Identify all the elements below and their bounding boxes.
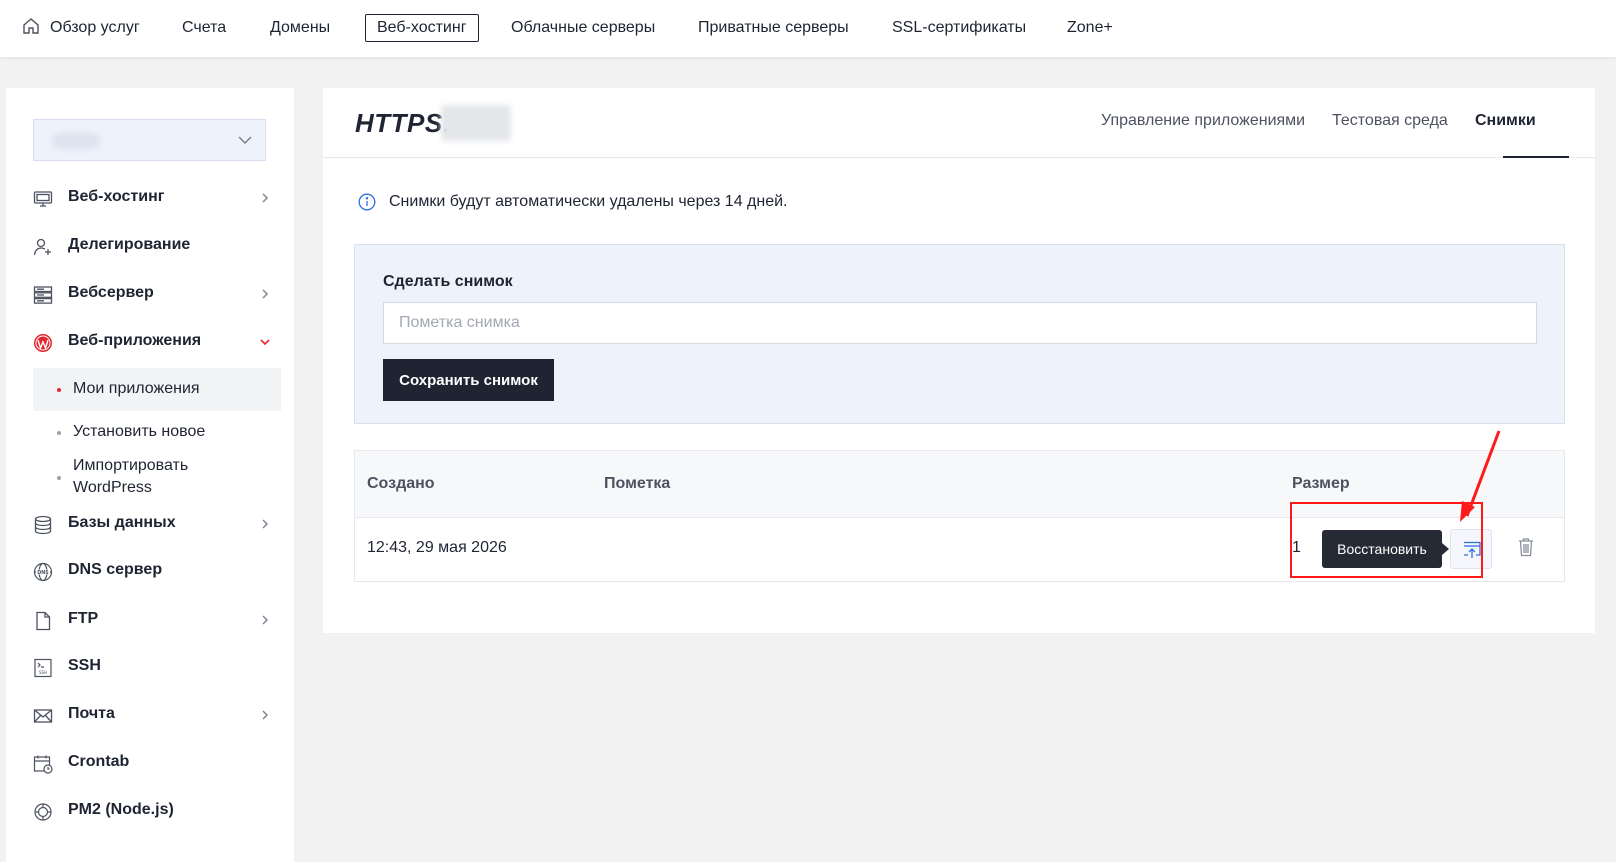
bullet-dot [57, 431, 61, 435]
wordpress-icon [34, 334, 52, 352]
sidebar-item-label: Веб-хостинг [68, 188, 165, 205]
chevron-right-icon [262, 710, 268, 720]
sidebar-item-ssh[interactable]: SSH SSH [33, 653, 278, 681]
user-plus-icon [33, 238, 51, 256]
sidebar-item-web-apps[interactable]: Веб-приложения [33, 328, 278, 356]
svg-text:SSH: SSH [39, 670, 47, 675]
calendar-icon [33, 755, 53, 774]
sidebar-subitem-install-new[interactable]: Установить новое [33, 419, 281, 445]
sidebar-item-ftp[interactable]: FTP [33, 606, 278, 634]
trash-icon [1519, 538, 1533, 557]
sidebar-item-label: Веб-приложения [68, 332, 202, 349]
sidebar-item-dns-server[interactable]: DNS DNS сервер [33, 557, 278, 585]
sidebar-item-delegation[interactable]: Делегирование [33, 232, 278, 260]
column-header-size: Размер [1292, 475, 1350, 492]
main-header: HTTPS:// Управление приложениями Тестова… [323, 88, 1595, 158]
snapshot-note-input[interactable] [383, 302, 1537, 344]
chevron-down-icon [260, 339, 270, 346]
tab-app-management[interactable]: Управление приложениями [1101, 112, 1305, 130]
sidebar-item-webserver[interactable]: Вебсервер [33, 280, 278, 308]
sidebar-subitem-import-wordpress[interactable]: Импортировать WordPress [33, 454, 281, 500]
sidebar-item-label: FTP [68, 610, 99, 627]
active-tab-indicator [1503, 156, 1569, 158]
sidebar-item-label: Вебсервер [68, 284, 154, 301]
chevron-down-icon [238, 136, 252, 145]
top-navigation: Обзор услуг Счета Домены Веб-хостинг Обл… [0, 0, 1616, 57]
home-icon [23, 18, 39, 34]
restore-icon [1464, 541, 1481, 558]
sidebar-subitem-label: Установить новое [73, 423, 206, 440]
sidebar-item-label: DNS сервер [68, 561, 163, 578]
svg-text:DNS: DNS [37, 570, 49, 576]
monitor-icon [33, 191, 53, 207]
create-snapshot-panel: Сделать снимок Сохранить снимок [354, 244, 1565, 424]
site-selector[interactable] [33, 119, 266, 161]
sidebar-item-databases[interactable]: Базы данных [33, 510, 278, 538]
nav-domains[interactable]: Домены [270, 14, 330, 42]
tab-test-environment[interactable]: Тестовая среда [1332, 112, 1448, 130]
restore-snapshot-button[interactable] [1450, 529, 1492, 569]
nav-cloud-servers[interactable]: Облачные серверы [511, 14, 655, 42]
bullet-dot [57, 476, 61, 480]
sidebar-subitem-label: Импортировать WordPress [73, 457, 189, 496]
sidebar-item-pm2[interactable]: PM2 (Node.js) [33, 797, 278, 825]
active-dot [57, 388, 61, 392]
nodejs-icon [34, 803, 52, 821]
create-snapshot-heading: Сделать снимок [383, 273, 513, 290]
column-header-created: Создано [367, 475, 435, 492]
nav-web-hosting[interactable]: Веб-хостинг [365, 14, 479, 42]
dns-icon: DNS [33, 562, 53, 582]
sidebar-item-label: Базы данных [68, 514, 176, 531]
table-header: Создано Пометка Размер [355, 451, 1564, 518]
nav-overview[interactable]: Обзор услуг [50, 14, 140, 42]
save-snapshot-button[interactable]: Сохранить снимок [383, 359, 554, 401]
main-content: HTTPS:// Управление приложениями Тестова… [323, 88, 1595, 633]
site-domain-blurred [441, 105, 511, 141]
column-header-note: Пометка [604, 475, 671, 492]
table-row: 12:43, 29 мая 2026 1 Восстановить [355, 518, 1564, 581]
cell-size: 1 [1292, 539, 1301, 556]
tab-snapshots[interactable]: Снимки [1475, 112, 1536, 130]
snapshots-table: Создано Пометка Размер 12:43, 29 мая 202… [354, 450, 1565, 582]
sidebar-item-web-hosting[interactable]: Веб-хостинг [33, 184, 278, 212]
chevron-right-icon [262, 615, 268, 625]
restore-tooltip: Восстановить [1322, 530, 1449, 568]
sidebar-item-label: Делегирование [68, 236, 191, 253]
server-icon [33, 286, 53, 304]
site-selector-value-blurred [52, 133, 100, 149]
sidebar-item-crontab[interactable]: Crontab [33, 749, 278, 777]
sidebar: Веб-хостинг Делегирование Вебсервер Веб-… [6, 88, 294, 862]
chevron-right-icon [262, 193, 268, 203]
database-icon [34, 515, 52, 535]
file-icon [36, 611, 51, 631]
mail-icon [33, 709, 53, 723]
sidebar-item-label: SSH [68, 657, 101, 674]
sidebar-subitem-label: Мои приложения [73, 380, 200, 397]
sidebar-item-label: Crontab [68, 753, 130, 770]
nav-zone-plus[interactable]: Zone+ [1067, 14, 1113, 42]
nav-invoices[interactable]: Счета [182, 14, 226, 42]
sidebar-subitem-my-apps[interactable]: Мои приложения [33, 368, 281, 411]
delete-snapshot-button[interactable] [1518, 537, 1540, 561]
chevron-right-icon [262, 289, 268, 299]
info-text: Снимки будут автоматически удалены через… [389, 193, 788, 210]
chevron-right-icon [262, 519, 268, 529]
cell-created: 12:43, 29 мая 2026 [367, 539, 507, 556]
terminal-icon: SSH [34, 658, 52, 678]
sidebar-item-label: Почта [68, 705, 115, 722]
sidebar-item-mail[interactable]: Почта [33, 701, 278, 729]
info-icon [358, 193, 376, 211]
nav-private-servers[interactable]: Приватные серверы [698, 14, 849, 42]
sidebar-item-label: PM2 (Node.js) [68, 801, 174, 818]
nav-ssl-certificates[interactable]: SSL-сертификаты [892, 14, 1026, 42]
